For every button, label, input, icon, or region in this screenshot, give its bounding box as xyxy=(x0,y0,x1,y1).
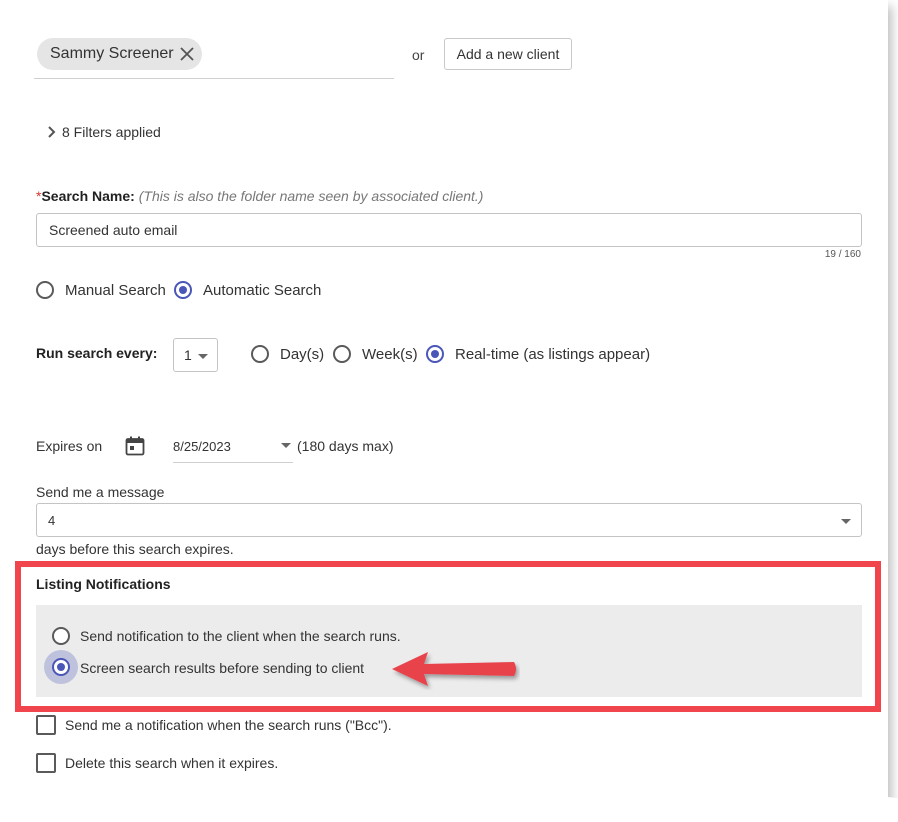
or-separator: or xyxy=(412,47,425,63)
bcc-notification-label: Send me a notification when the search r… xyxy=(65,717,392,733)
max-days-note: (180 days max) xyxy=(297,438,394,454)
run-interval-select[interactable]: 1 xyxy=(173,338,218,372)
close-icon[interactable] xyxy=(178,45,196,63)
client-chip-label: Sammy Screener xyxy=(50,45,174,62)
search-settings-page: Sammy Screener or Add a new client 8 Fil… xyxy=(0,0,888,806)
character-counter: 19 / 160 xyxy=(824,249,861,260)
automatic-search-label: Automatic Search xyxy=(203,282,322,299)
calendar-icon[interactable] xyxy=(125,436,145,456)
chevron-right-icon xyxy=(48,126,56,138)
week-radio[interactable] xyxy=(333,345,351,363)
expiry-date-field[interactable]: 8/25/2023 xyxy=(173,430,293,463)
search-name-input[interactable] xyxy=(36,213,862,247)
filters-toggle[interactable]: 8 Filters applied xyxy=(47,124,161,140)
reminder-days-value: 4 xyxy=(48,513,56,528)
client-field-underline xyxy=(34,78,394,79)
run-interval-value: 1 xyxy=(184,347,192,363)
caret-down-icon xyxy=(198,354,208,359)
reminder-label: Send me a message xyxy=(36,484,165,500)
manual-search-radio[interactable] xyxy=(36,281,54,299)
torn-edge xyxy=(0,793,898,822)
filters-label: 8 Filters applied xyxy=(62,124,161,140)
realtime-label: Real-time (as listings appear) xyxy=(455,346,651,363)
search-name-title: Search Name: xyxy=(41,188,135,204)
bcc-notification-checkbox[interactable] xyxy=(36,715,56,735)
search-name-label: *Search Name: (This is also the folder n… xyxy=(36,188,483,204)
realtime-radio[interactable] xyxy=(426,345,444,363)
day-label: Day(s) xyxy=(280,346,325,363)
automatic-search-radio[interactable] xyxy=(174,281,192,299)
highlight-box xyxy=(15,561,881,712)
add-new-client-button[interactable]: Add a new client xyxy=(444,38,572,70)
manual-search-label: Manual Search xyxy=(65,282,166,299)
caret-down-icon xyxy=(281,443,291,448)
day-radio[interactable] xyxy=(251,345,269,363)
caret-down-icon xyxy=(841,519,851,524)
reminder-days-select[interactable]: 4 xyxy=(36,503,862,537)
reminder-suffix: days before this search expires. xyxy=(36,541,234,557)
run-search-label: Run search every: xyxy=(36,345,158,361)
week-label: Week(s) xyxy=(362,346,418,363)
expires-label: Expires on xyxy=(36,438,103,454)
search-name-hint: (This is also the folder name seen by as… xyxy=(138,188,484,204)
client-chip[interactable]: Sammy Screener xyxy=(37,38,202,70)
expiry-date-value: 8/25/2023 xyxy=(173,439,231,454)
